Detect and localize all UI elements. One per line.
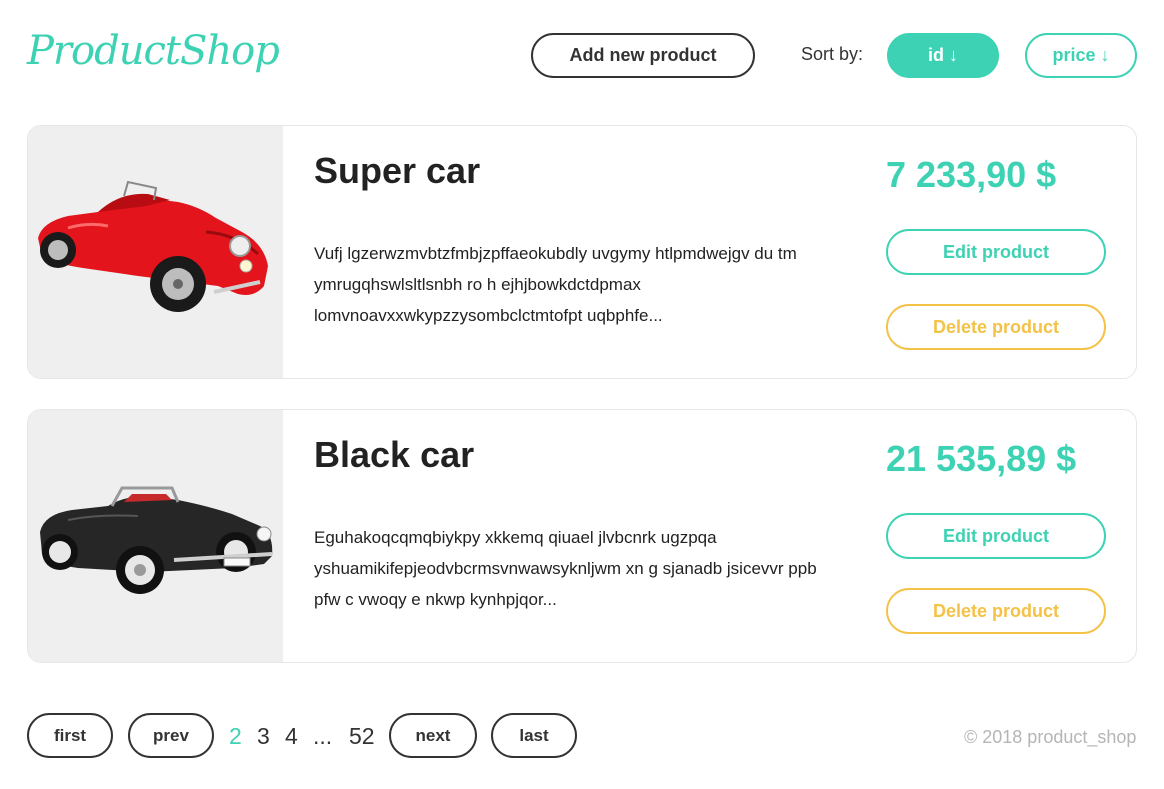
edit-product-button[interactable]: Edit product: [886, 229, 1106, 275]
black-car-icon: [40, 486, 273, 594]
delete-product-button[interactable]: Delete product: [886, 588, 1106, 634]
sort-by-price-button[interactable]: price ↓: [1025, 33, 1137, 78]
page-number[interactable]: 3: [257, 723, 270, 750]
product-description: Vufj lgzerwzmvbtzfmbjzpffaeokubdly uvgym…: [314, 244, 797, 325]
add-product-button[interactable]: Add new product: [531, 33, 755, 78]
product-title[interactable]: Super car: [314, 150, 480, 192]
first-page-button[interactable]: first: [27, 713, 113, 758]
product-description: Eguhakoqcqmqbiykpy xkkemq qiuael jlvbcnr…: [314, 528, 817, 609]
page-number[interactable]: 4: [285, 723, 298, 750]
delete-product-button[interactable]: Delete product: [886, 304, 1106, 350]
prev-page-button[interactable]: prev: [128, 713, 214, 758]
product-card: Super car Vufj lgzerwzmvbtzfmbjzpffaeoku…: [27, 125, 1137, 379]
last-page-button[interactable]: last: [491, 713, 577, 758]
product-title[interactable]: Black car: [314, 434, 474, 476]
sort-label: Sort by:: [801, 44, 864, 64]
next-page-button[interactable]: next: [389, 713, 477, 758]
product-card: Black car Eguhakoqcqmqbiykpy xkkemq qiua…: [27, 409, 1137, 663]
red-car-icon: [38, 180, 268, 312]
copyright-footer: © 2018 product_shop: [964, 727, 1137, 747]
page-number[interactable]: 52: [349, 723, 375, 750]
product-image: [28, 126, 283, 378]
pagination: first prev 2 3 4 ... 52 next last © 2018…: [0, 713, 1164, 759]
product-price: 7 233,90 $: [886, 154, 1057, 195]
product-price: 21 535,89 $: [886, 438, 1077, 479]
page-ellipsis: ...: [313, 723, 333, 749]
sort-by-id-button[interactable]: id ↓: [887, 33, 999, 78]
edit-product-button[interactable]: Edit product: [886, 513, 1106, 559]
logo[interactable]: ProductShop: [27, 28, 280, 74]
page-number-current[interactable]: 2: [229, 723, 242, 750]
product-image: [28, 410, 283, 662]
header: ProductShop Add new product Sort by: id …: [0, 0, 1164, 110]
